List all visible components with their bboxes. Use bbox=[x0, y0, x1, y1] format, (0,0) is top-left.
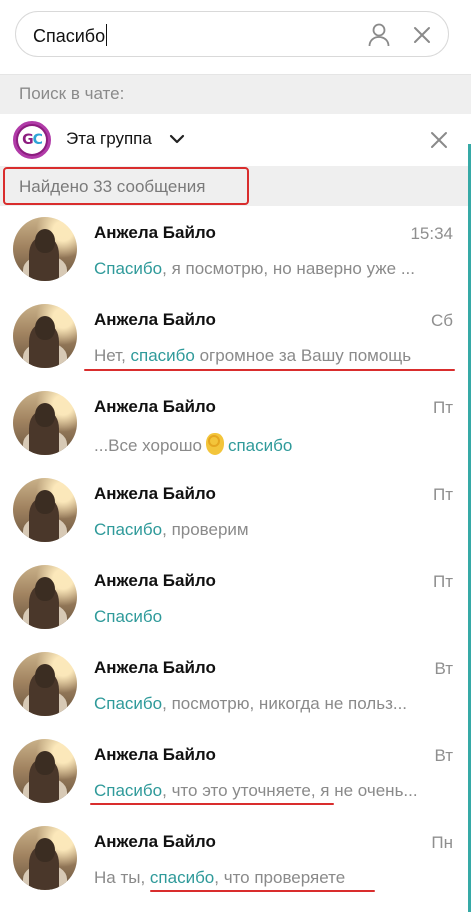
list-item[interactable]: Анжела Байло Вт Спасибо, что это уточняе… bbox=[0, 728, 468, 815]
message-preview: Спасибо bbox=[94, 607, 454, 627]
message-text-after: , проверим bbox=[162, 520, 249, 539]
message-time: 15:34 bbox=[410, 224, 453, 243]
avatar bbox=[13, 217, 77, 281]
search-match: Спасибо bbox=[94, 694, 163, 713]
annotation-underline bbox=[90, 803, 334, 805]
message-text-before: ...Все хорошо bbox=[94, 436, 202, 455]
list-item[interactable]: Анжела Байло Вт Спасибо, посмотрю, никог… bbox=[0, 641, 468, 728]
clear-icon[interactable] bbox=[413, 26, 431, 44]
message-time: Пт bbox=[432, 572, 453, 591]
avatar bbox=[13, 565, 77, 629]
message-preview: Спасибо, я посмотрю, но наверно уже ... bbox=[94, 259, 454, 279]
avatar bbox=[13, 652, 77, 716]
group-avatar-letter-c: C bbox=[32, 132, 43, 148]
search-match: спасибо bbox=[227, 436, 293, 455]
message-time: Пт bbox=[432, 485, 453, 504]
message-preview: Спасибо, что это уточняете, я не очень..… bbox=[94, 781, 454, 801]
search-area: Спасибо bbox=[0, 0, 471, 74]
search-results-list: Анжела Байло 15:34 Спасибо, я посмотрю, … bbox=[0, 206, 468, 902]
avatar bbox=[13, 478, 77, 542]
message-time: Пт bbox=[432, 398, 453, 417]
group-dropdown[interactable]: Эта группа bbox=[66, 129, 152, 149]
message-text-after: огромное за Вашу помощь bbox=[194, 346, 412, 365]
results-count: Найдено 33 сообщения bbox=[19, 177, 206, 196]
list-item[interactable]: Анжела Байло Пт Спасибо bbox=[0, 554, 468, 641]
results-count-row: Найдено 33 сообщения bbox=[0, 166, 471, 206]
search-match: спасибо bbox=[149, 868, 215, 887]
search-match: Спасибо bbox=[94, 520, 163, 539]
list-item[interactable]: Анжела Байло Пт Спасибо, проверим bbox=[0, 467, 468, 554]
message-preview: Спасибо, проверим bbox=[94, 520, 454, 540]
sender-name: Анжела Байло bbox=[94, 310, 216, 329]
search-match: Спасибо bbox=[94, 259, 163, 278]
group-avatar-letter-g: G bbox=[22, 132, 33, 148]
message-time: Вт bbox=[434, 746, 453, 765]
search-match: Спасибо bbox=[94, 781, 163, 800]
list-item[interactable]: Анжела Байло Пт ...Все хорошо спасибо bbox=[0, 380, 468, 467]
message-time: Пн bbox=[431, 833, 453, 852]
ok-hand-emoji-icon bbox=[205, 433, 224, 455]
message-time: Вт bbox=[434, 659, 453, 678]
search-in-chat-row: Поиск в чате: bbox=[0, 74, 471, 114]
sender-name: Анжела Байло bbox=[94, 571, 216, 590]
user-icon[interactable] bbox=[368, 23, 390, 47]
sender-name: Анжела Байло bbox=[94, 397, 216, 416]
annotation-underline bbox=[84, 369, 455, 371]
list-item[interactable]: Анжела Байло Пн На ты, спасибо, что пров… bbox=[0, 815, 468, 902]
search-input[interactable]: Спасибо bbox=[33, 24, 108, 47]
sender-name: Анжела Байло bbox=[94, 745, 216, 764]
search-input-value: Спасибо bbox=[33, 26, 106, 46]
chevron-down-icon[interactable] bbox=[169, 133, 185, 145]
message-text-after: , что это уточняете, я не очень... bbox=[162, 781, 418, 800]
sender-name: Анжела Байло bbox=[94, 832, 216, 851]
annotation-underline bbox=[150, 890, 375, 892]
close-icon[interactable] bbox=[430, 131, 448, 149]
message-text-after: , посмотрю, никогда не польз... bbox=[162, 694, 408, 713]
message-preview: Нет, спасибо огромное за Вашу помощь bbox=[94, 346, 454, 366]
message-text-before: На ты, bbox=[94, 868, 150, 887]
message-text-after: , что проверяете bbox=[214, 868, 346, 887]
group-filter-row: GC Эта группа bbox=[0, 114, 471, 166]
text-caret bbox=[106, 24, 108, 46]
sender-name: Анжела Байло bbox=[94, 658, 216, 677]
avatar bbox=[13, 826, 77, 890]
sender-name: Анжела Байло bbox=[94, 484, 216, 503]
search-in-chat-label: Поиск в чате: bbox=[19, 84, 125, 103]
message-preview: ...Все хорошо спасибо bbox=[94, 433, 454, 456]
list-item[interactable]: Анжела Байло Сб Нет, спасибо огромное за… bbox=[0, 293, 468, 380]
avatar bbox=[13, 304, 77, 368]
avatar bbox=[13, 739, 77, 803]
message-preview: Спасибо, посмотрю, никогда не польз... bbox=[94, 694, 454, 714]
list-item[interactable]: Анжела Байло 15:34 Спасибо, я посмотрю, … bbox=[0, 206, 468, 293]
message-preview: На ты, спасибо, что проверяете bbox=[94, 868, 454, 888]
message-time: Сб bbox=[430, 311, 453, 330]
search-match: спасибо bbox=[130, 346, 195, 365]
avatar bbox=[13, 391, 77, 455]
group-avatar: GC bbox=[13, 121, 51, 159]
sender-name: Анжела Байло bbox=[94, 223, 216, 242]
message-text-before: Нет, bbox=[94, 346, 131, 365]
search-match: Спасибо bbox=[94, 607, 163, 626]
search-box[interactable]: Спасибо bbox=[15, 11, 449, 57]
message-text-after: , я посмотрю, но наверно уже ... bbox=[162, 259, 415, 278]
